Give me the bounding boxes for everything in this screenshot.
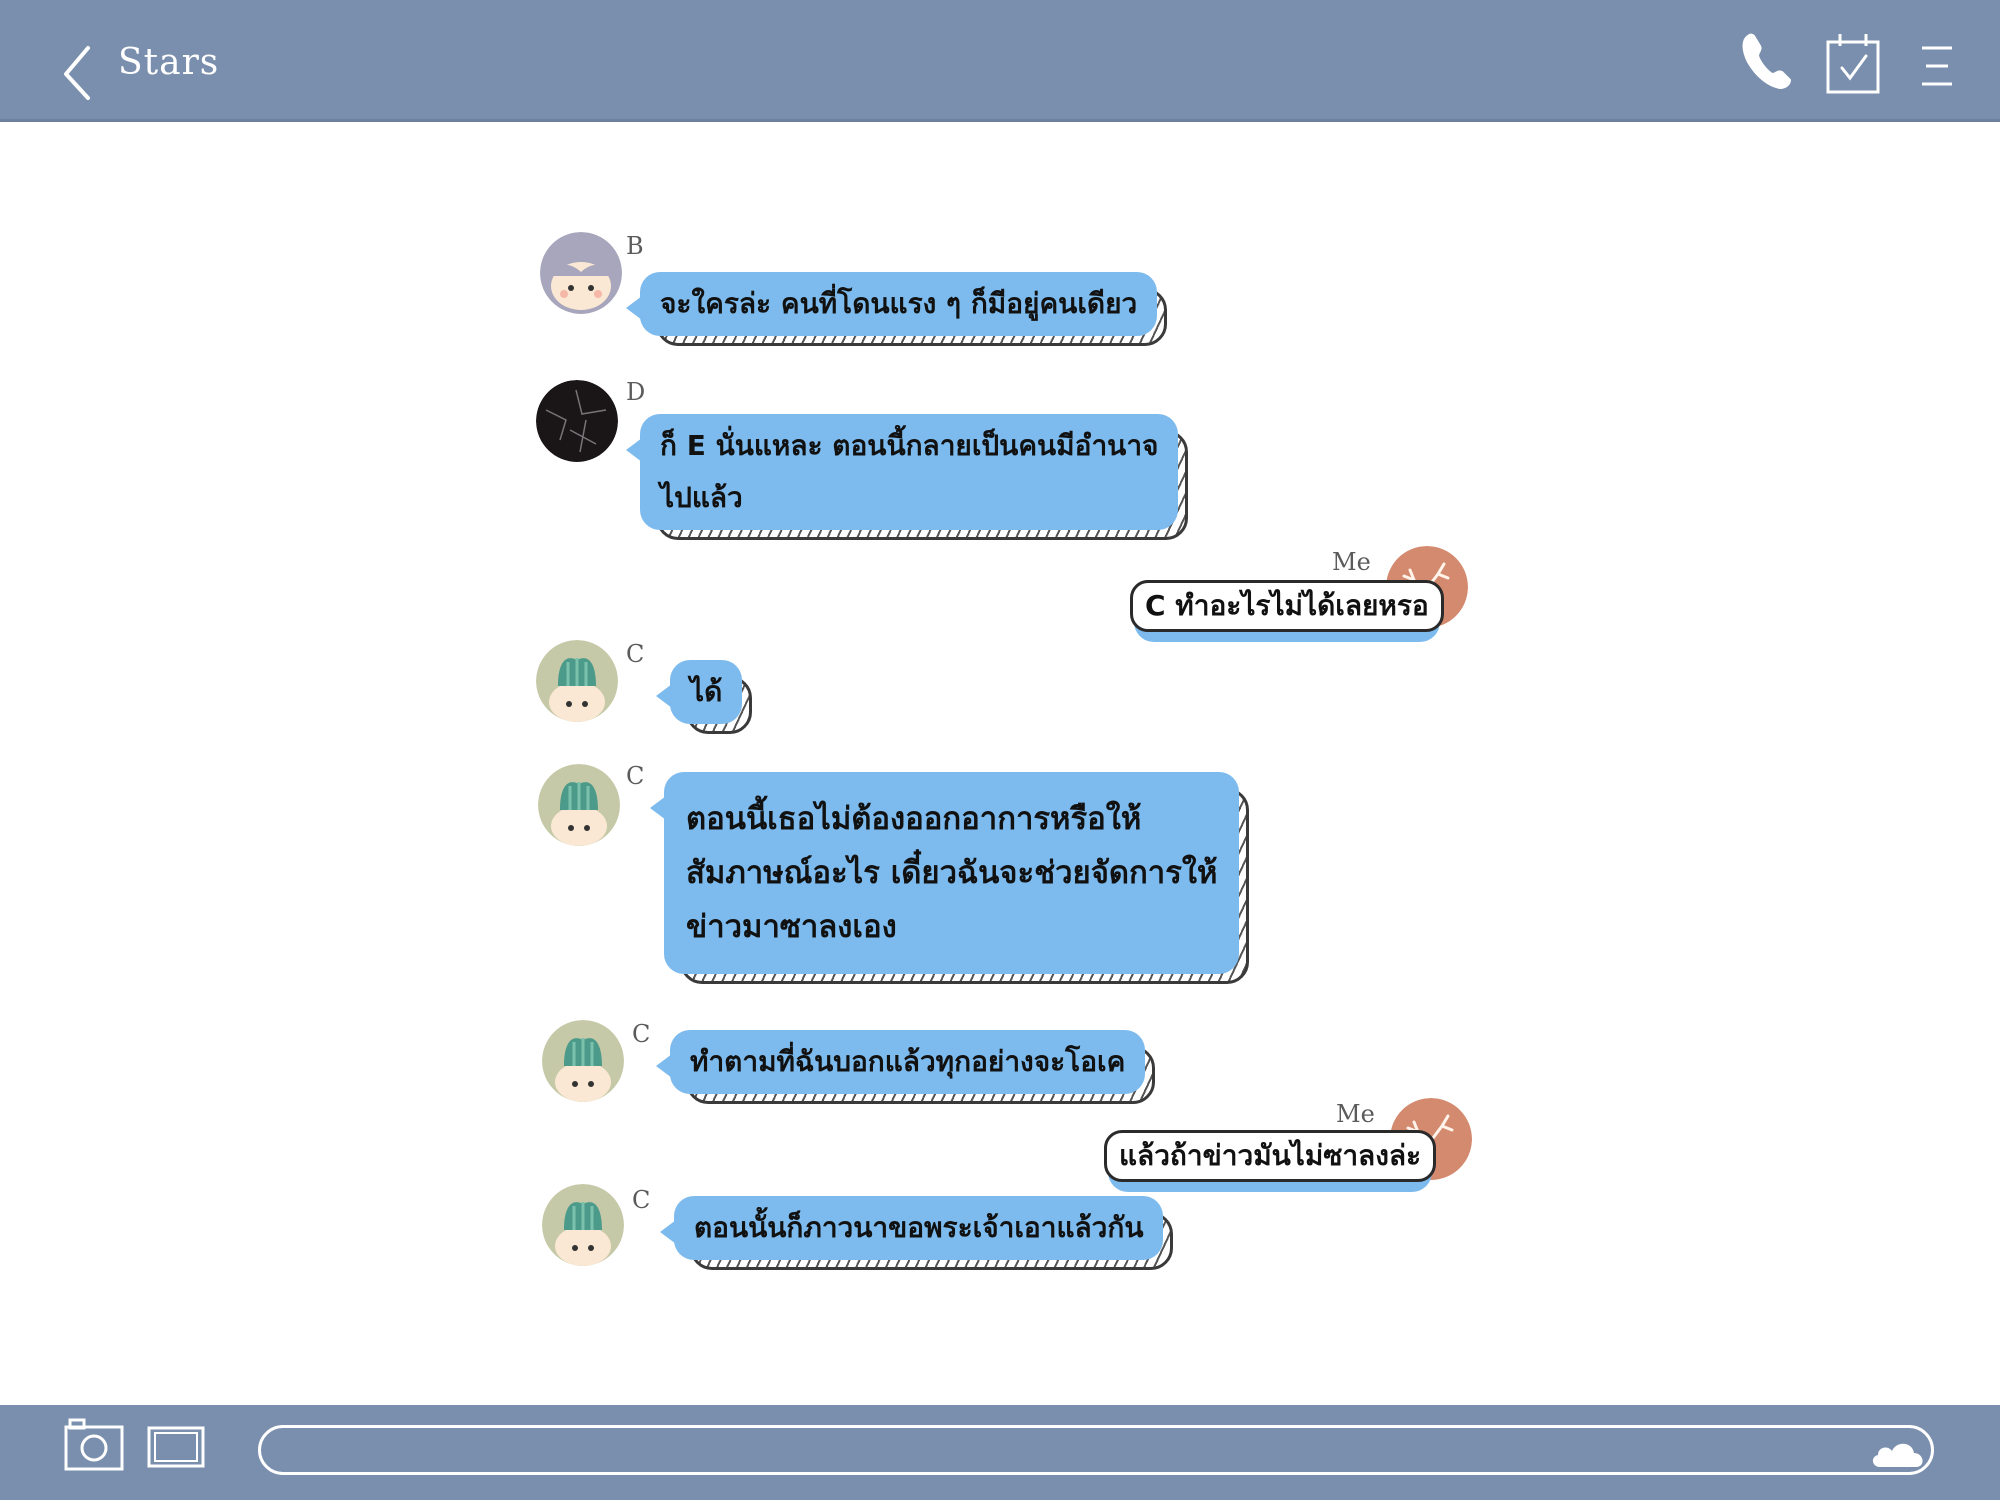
composer-bar <box>0 1405 2000 1500</box>
checklist-icon[interactable] <box>1824 30 1882 96</box>
chat-header: Stars <box>0 0 2000 122</box>
message-text: ตอนนั้นก็ภาวนาขอพระเจ้าเอาแล้วกัน <box>659 1196 1164 1260</box>
sender-label: Me <box>1332 548 1371 576</box>
message-bubble[interactable]: ก็ E นั่นแหละ ตอนนี้กลายเป็นคนมีอำนาจ ไป… <box>625 414 1189 540</box>
avatar-b[interactable] <box>540 232 622 314</box>
message-bubble[interactable]: ตอนนี้เธอไม่ต้องออกอาการหรือให้ สัมภาษณ์… <box>649 772 1250 984</box>
message-line: ตอนนี้เธอไม่ต้องออกอาการหรือให้ <box>686 801 1142 837</box>
sender-label: C <box>632 1020 651 1048</box>
avatar-c[interactable] <box>536 640 618 722</box>
message-bubble[interactable]: แล้วถ้าข่าวมันไม่ซาลงล่ะ <box>1104 1130 1437 1192</box>
message-bubble[interactable]: ตอนนั้นก็ภาวนาขอพระเจ้าเอาแล้วกัน <box>659 1196 1174 1270</box>
chat-area[interactable]: B จะใครล่ะ คนที่โดนแรง ๆ ก็มีอยู่คนเดียว… <box>0 122 2000 1405</box>
message-line: ข่าวมาซาลงเอง <box>686 909 897 945</box>
sender-label: Me <box>1336 1100 1375 1128</box>
avatar-d[interactable] <box>536 380 618 462</box>
avatar-c[interactable] <box>542 1184 624 1266</box>
message-text: ก็ E นั่นแหละ ตอนนี้กลายเป็นคนมีอำนาจ ไป… <box>625 414 1179 530</box>
message-line: ก็ E นั่นแหละ ตอนนี้กลายเป็นคนมีอำนาจ <box>660 429 1159 462</box>
avatar-c[interactable] <box>542 1020 624 1102</box>
message-line: ไปแล้ว <box>660 481 743 514</box>
message-text: ได้ <box>655 660 743 724</box>
back-chevron-icon[interactable] <box>58 42 98 102</box>
sender-label: D <box>626 378 646 406</box>
message-bubble[interactable]: C ทำอะไรไม่ได้เลยหรอ <box>1130 580 1444 642</box>
cloud-send-icon[interactable] <box>1868 1435 1928 1471</box>
message-text: ตอนนี้เธอไม่ต้องออกอาการหรือให้ สัมภาษณ์… <box>649 772 1240 974</box>
image-icon[interactable] <box>146 1425 206 1469</box>
message-bubble[interactable]: ได้ <box>655 660 753 734</box>
message-text: จะใครล่ะ คนที่โดนแรง ๆ ก็มีอยู่คนเดียว <box>625 272 1158 336</box>
avatar-c[interactable] <box>538 764 620 846</box>
message-bubble[interactable]: ทำตามที่ฉันบอกแล้วทุกอย่างจะโอเค <box>655 1030 1156 1104</box>
chat-title: Stars <box>118 42 220 83</box>
sender-label: C <box>632 1186 651 1214</box>
message-text: C ทำอะไรไม่ได้เลยหรอ <box>1130 580 1444 632</box>
camera-icon[interactable] <box>62 1417 126 1473</box>
sender-label: C <box>626 640 645 668</box>
message-bubble[interactable]: จะใครล่ะ คนที่โดนแรง ๆ ก็มีอยู่คนเดียว <box>625 272 1168 346</box>
message-text: แล้วถ้าข่าวมันไม่ซาลงล่ะ <box>1104 1130 1437 1182</box>
message-input[interactable] <box>258 1425 1934 1475</box>
message-text: ทำตามที่ฉันบอกแล้วทุกอย่างจะโอเค <box>655 1030 1146 1094</box>
sender-label: C <box>626 762 645 790</box>
hamburger-menu-icon[interactable] <box>1918 42 1956 92</box>
message-line: สัมภาษณ์อะไร เดี๋ยวฉันจะช่วยจัดการให้ <box>686 855 1218 891</box>
phone-icon[interactable] <box>1738 30 1794 92</box>
sender-label: B <box>626 232 644 260</box>
